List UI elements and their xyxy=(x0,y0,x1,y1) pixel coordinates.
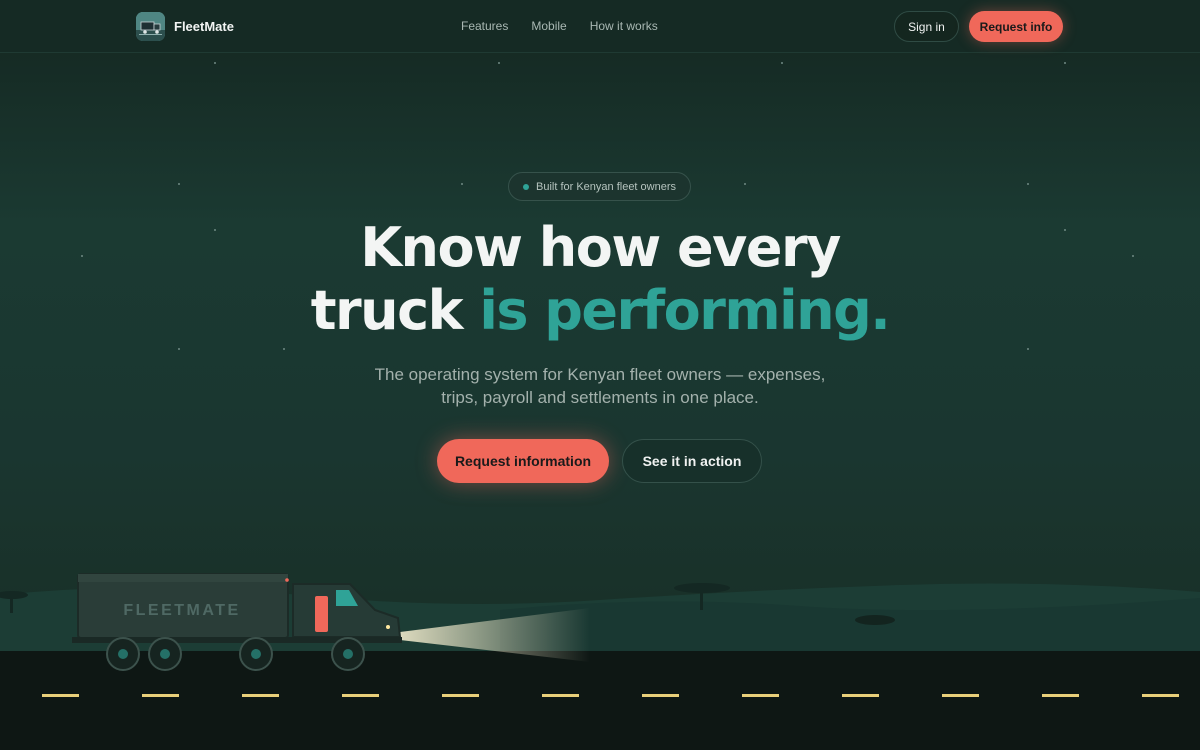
hero-subtitle: The operating system for Kenyan fleet ow… xyxy=(330,363,870,409)
headline-line2-plain: truck xyxy=(310,279,464,342)
wheel xyxy=(331,637,365,671)
headline-line1: Know how every xyxy=(360,216,841,279)
badge-text: Built for Kenyan fleet owners xyxy=(535,180,677,193)
headline-line2-accent: is performing. xyxy=(479,279,890,342)
subtitle-line1: The operating system for Kenyan fleet ow… xyxy=(374,365,826,384)
hero-headline: Know how every truck is performing. xyxy=(0,216,1200,342)
brand-name: FleetMate xyxy=(174,19,234,34)
road xyxy=(0,651,1200,750)
truck-label: FLEETMATE xyxy=(123,602,240,619)
request-information-button[interactable]: Request information xyxy=(437,439,609,483)
wheel xyxy=(148,637,182,671)
truck-logo-icon xyxy=(136,12,165,41)
status-dot-icon xyxy=(522,183,529,190)
sign-in-button[interactable]: Sign in xyxy=(894,11,959,42)
top-navbar: FleetMate Features Mobile How it works S… xyxy=(0,0,1200,53)
brand[interactable]: FleetMate xyxy=(136,12,234,41)
nav-link-how-it-works[interactable]: How it works xyxy=(590,19,658,33)
nav-link-features[interactable]: Features xyxy=(461,19,508,33)
wheel xyxy=(239,637,273,671)
see-it-in-action-button[interactable]: See it in action xyxy=(622,439,762,483)
nav-links: Features Mobile How it works xyxy=(461,19,658,33)
truck-road-scene: FLEETMATE xyxy=(0,573,1200,750)
landing-page: FleetMate Features Mobile How it works S… xyxy=(0,0,1200,750)
nav-link-mobile[interactable]: Mobile xyxy=(531,19,566,33)
wheel xyxy=(106,637,140,671)
subtitle-line2: trips, payroll and settlements in one pl… xyxy=(441,388,759,407)
shadow-spot xyxy=(855,615,895,625)
audience-badge: Built for Kenyan fleet owners xyxy=(508,172,691,201)
request-info-button[interactable]: Request info xyxy=(969,11,1063,42)
